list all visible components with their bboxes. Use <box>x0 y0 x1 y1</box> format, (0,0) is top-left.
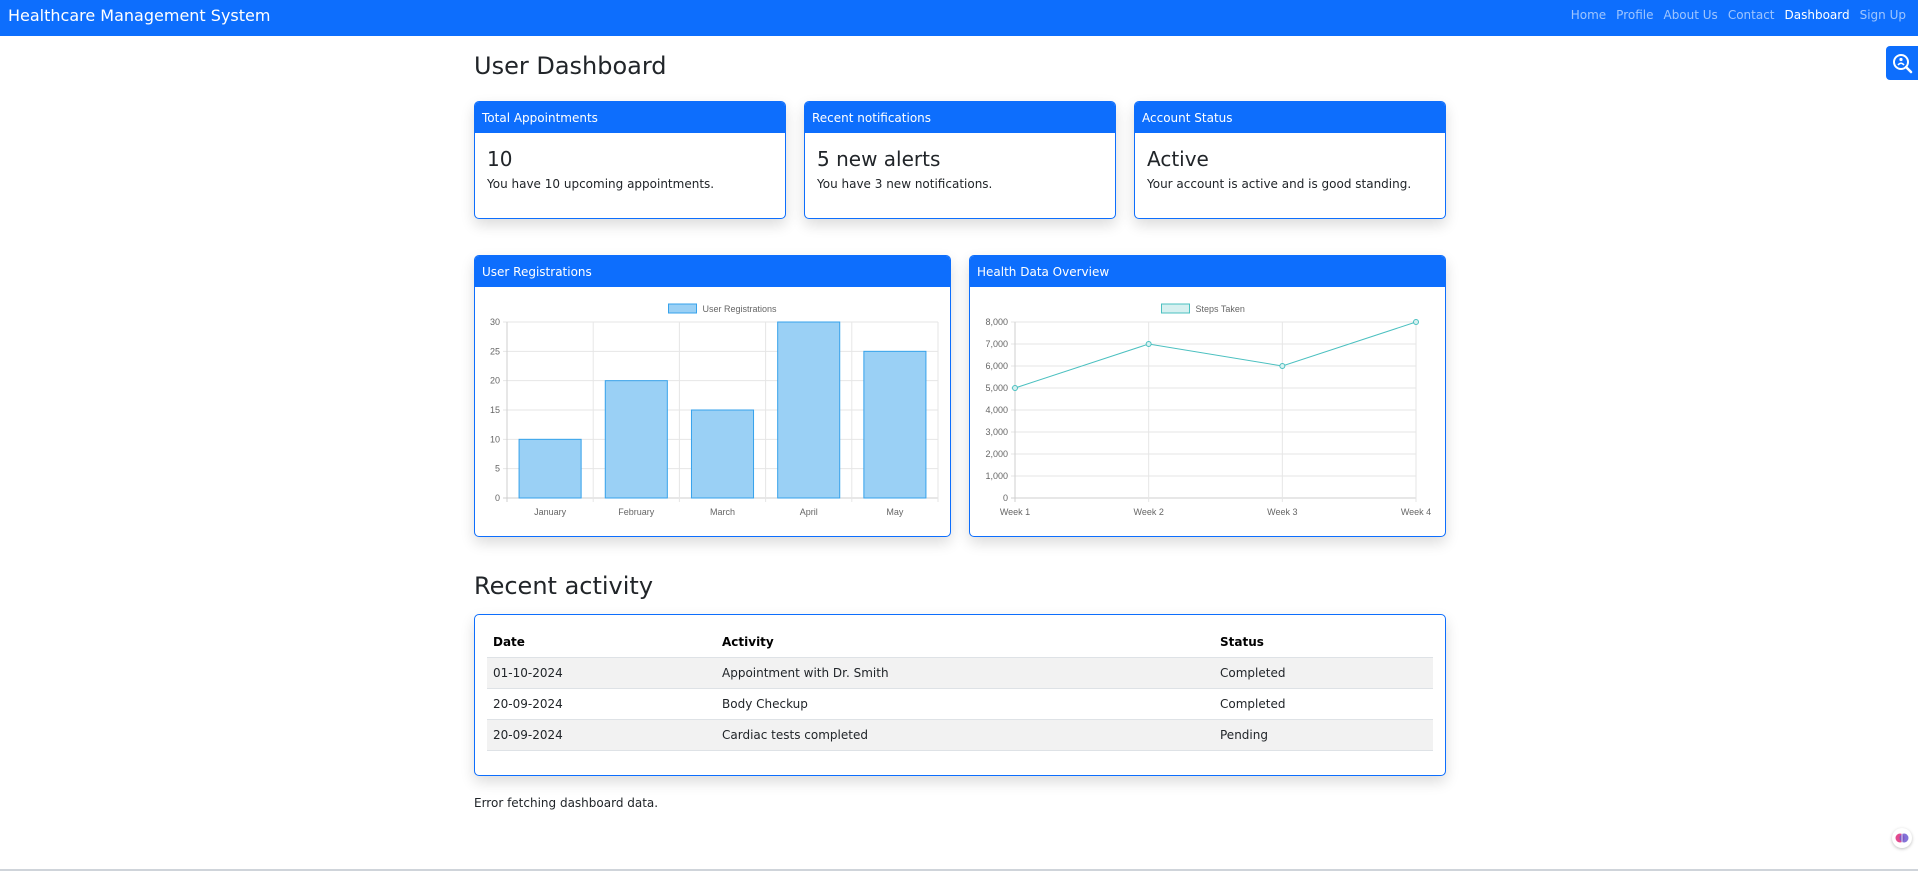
y-tick-label: 15 <box>490 405 500 415</box>
brand-title[interactable]: Healthcare Management System <box>8 6 270 25</box>
bar-march <box>690 409 755 499</box>
y-tick-label: 5,000 <box>985 383 1008 393</box>
recent-activity-table: Date Activity Status 01-10-2024 Appointm… <box>487 627 1433 751</box>
table-cell-status: Completed <box>1214 688 1433 720</box>
nav-link-home[interactable]: Home <box>1571 8 1606 22</box>
table-cell-activity: Appointment with Dr. Smith <box>716 657 1214 689</box>
y-tick-label: 30 <box>490 317 500 327</box>
legend-swatch <box>1161 303 1190 314</box>
bar-may <box>863 350 927 499</box>
card-header: Account Status <box>1135 102 1445 133</box>
table-row: 20-09-2024 Cardiac tests completed Pendi… <box>487 719 1433 751</box>
table-cell-date: 20-09-2024 <box>487 688 716 720</box>
legend-label: Steps Taken <box>1196 304 1245 314</box>
navbar: Healthcare Management System Home Profil… <box>0 0 1918 36</box>
table-cell-activity: Body Checkup <box>716 688 1214 720</box>
table-cell-activity: Cardiac tests completed <box>716 719 1214 751</box>
y-tick-label: 25 <box>490 346 500 356</box>
bar-february <box>604 380 668 499</box>
column-header-date: Date <box>487 627 716 658</box>
page-title: User Dashboard <box>474 52 667 80</box>
x-tick-label: March <box>710 507 735 517</box>
x-tick-label: Week 3 <box>1267 507 1297 517</box>
y-tick-label: 20 <box>490 376 500 386</box>
data-point-week-2 <box>1145 341 1152 347</box>
error-message: Error fetching dashboard data. <box>474 796 659 810</box>
card-health-data-overview: Health Data Overview Steps Taken 0 1,000 2,… <box>969 255 1446 537</box>
table-row: 20-09-2024 Body Checkup Completed <box>487 688 1433 720</box>
recent-activity-title: Recent activity <box>474 572 654 600</box>
x-tick-label: April <box>800 507 818 517</box>
card-header: User Registrations <box>475 256 950 287</box>
nav-link-profile[interactable]: Profile <box>1616 8 1653 22</box>
y-tick-label: 0 <box>495 493 500 503</box>
y-tick-label: 5 <box>495 464 500 474</box>
card-value: 5 new alerts <box>817 147 941 171</box>
card-value: 10 <box>487 147 513 171</box>
bar-january <box>518 438 582 499</box>
y-tick-label: 2,000 <box>985 449 1008 459</box>
table-row: 01-10-2024 Appointment with Dr. Smith Co… <box>487 657 1433 689</box>
card-header: Total Appointments <box>475 102 785 133</box>
data-point-week-1 <box>1012 385 1018 391</box>
y-tick-label: 10 <box>490 434 500 444</box>
nav-link-sign-up[interactable]: Sign Up <box>1860 8 1906 22</box>
card-text: You have 3 new notifications. <box>817 177 993 191</box>
data-point-week-3 <box>1279 363 1286 369</box>
recent-activity-card: Date Activity Status 01-10-2024 Appointm… <box>474 614 1446 776</box>
card-text: You have 10 upcoming appointments. <box>487 177 715 191</box>
brain-widget-icon <box>1895 833 1909 843</box>
column-header-activity: Activity <box>716 627 1214 658</box>
data-point-week-4 <box>1413 319 1419 325</box>
nav-link-contact[interactable]: Contact <box>1728 8 1775 22</box>
health-data-chart: Steps Taken 0 1,000 2,000 3,000 4,000 5,000 6,0… <box>985 303 1431 517</box>
y-tick-label: 8,000 <box>985 317 1008 327</box>
card-value: Active <box>1147 147 1209 171</box>
x-tick-label: Week 1 <box>1000 507 1030 517</box>
card-text: Your account is active and is good stand… <box>1147 177 1412 191</box>
table-cell-status: Completed <box>1214 657 1433 689</box>
y-tick-label: 7,000 <box>985 339 1008 349</box>
y-tick-label: 1,000 <box>985 471 1008 481</box>
card-total-appointments: Total Appointments 10 You have 10 upcomi… <box>474 101 786 219</box>
accessibility-search-icon <box>1893 54 1913 74</box>
nav-links: Home Profile About Us Contact Dashboard … <box>1571 8 1906 22</box>
table-cell-status: Pending <box>1214 719 1433 751</box>
card-user-registrations: User Registrations User Registrations 0 5 1… <box>474 255 951 537</box>
card-header: Recent notifications <box>805 102 1115 133</box>
table-cell-date: 01-10-2024 <box>487 657 716 689</box>
x-tick-label: Week 4 <box>1401 507 1431 517</box>
x-tick-label: Week 2 <box>1133 507 1163 517</box>
column-header-status: Status <box>1214 627 1433 658</box>
legend-label: User Registrations <box>703 304 778 314</box>
table-cell-date: 20-09-2024 <box>487 719 716 751</box>
user-registrations-chart: User Registrations 0 5 10 15 20 25 30 January Feb… <box>490 303 939 517</box>
card-recent-notifications: Recent notifications 5 new alerts You ha… <box>804 101 1116 219</box>
x-tick-label: February <box>618 507 655 517</box>
series-line-steps-taken <box>1014 321 1417 389</box>
nav-link-about-us[interactable]: About Us <box>1663 8 1717 22</box>
floating-widget-button[interactable] <box>1892 828 1912 848</box>
nav-link-dashboard[interactable]: Dashboard <box>1785 8 1850 22</box>
y-tick-label: 6,000 <box>985 361 1008 371</box>
legend-swatch <box>668 303 697 314</box>
card-account-status: Account Status Active Your account is ac… <box>1134 101 1446 219</box>
y-tick-label: 0 <box>1003 493 1008 503</box>
x-tick-label: May <box>886 507 904 517</box>
accessibility-button[interactable] <box>1886 46 1918 80</box>
x-tick-label: January <box>534 507 567 517</box>
card-header: Health Data Overview <box>970 256 1445 287</box>
table-header-row: Date Activity Status <box>487 627 1433 658</box>
y-tick-label: 4,000 <box>985 405 1008 415</box>
bar-april <box>777 321 841 499</box>
y-tick-label: 3,000 <box>985 427 1008 437</box>
